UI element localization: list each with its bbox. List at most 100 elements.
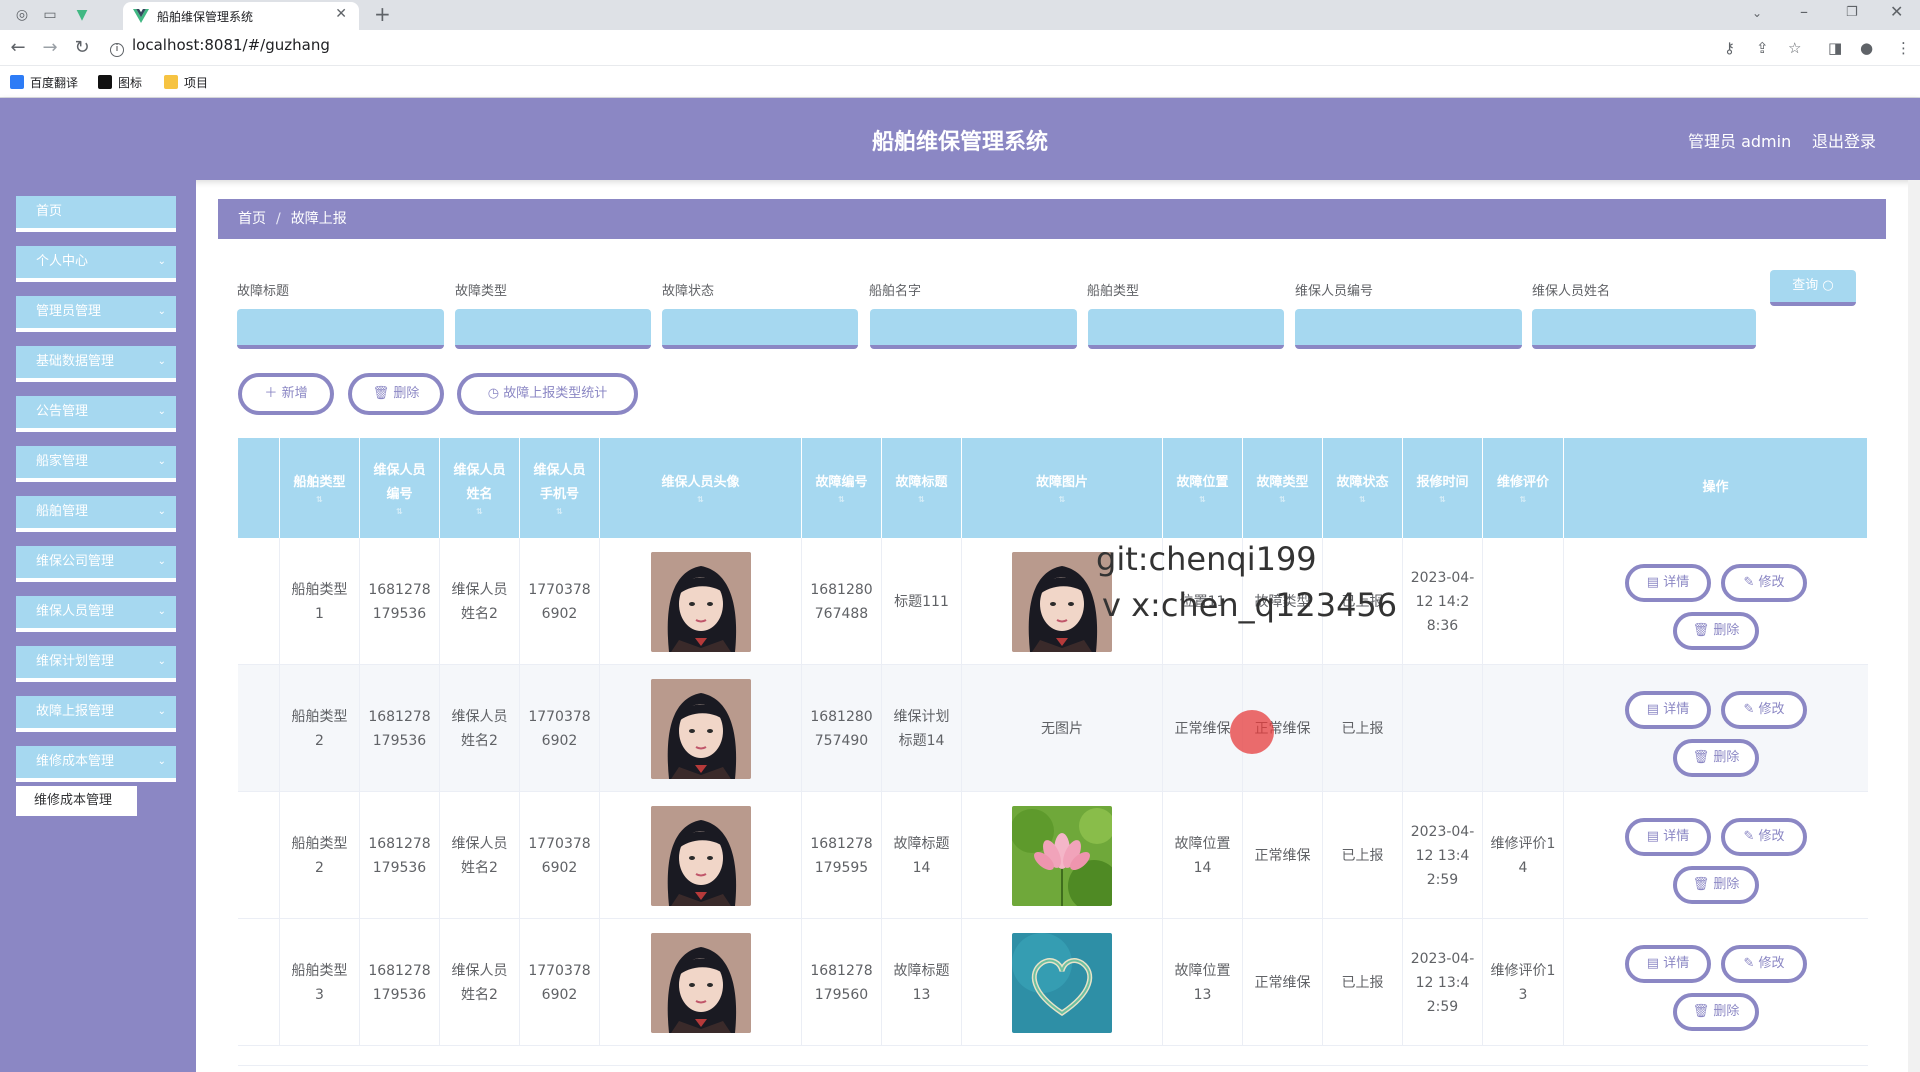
filter-input[interactable]: [1532, 309, 1756, 349]
sidebar-item[interactable]: 首页: [16, 196, 176, 232]
share-icon[interactable]: ⇪: [1756, 39, 1769, 57]
filter-input[interactable]: [870, 309, 1077, 349]
sidebar-item[interactable]: 基础数据管理 ⌄: [16, 346, 176, 382]
page-scrollbar[interactable]: [1908, 180, 1920, 1072]
column-header[interactable]: 故障位置 ⇅: [1163, 438, 1243, 538]
sidebar-item[interactable]: 维保计划管理 ⌄: [16, 646, 176, 682]
row-delete-button[interactable]: 🗑 删除: [1673, 866, 1759, 904]
edit-button[interactable]: ✎ 修改: [1721, 945, 1807, 983]
sidebar-item[interactable]: 故障上报管理 ⌄: [16, 696, 176, 732]
profile-icon[interactable]: ●: [1860, 39, 1873, 57]
column-header[interactable]: 故障状态 ⇅: [1323, 438, 1403, 538]
browser-globe-icon[interactable]: ◎: [12, 5, 32, 25]
row-delete-button[interactable]: 🗑 删除: [1673, 993, 1759, 1031]
url-field[interactable]: i localhost:8081/#/guzhang: [110, 36, 330, 60]
column-header[interactable]: 报修时间 ⇅: [1403, 438, 1483, 538]
tab-vue-icon[interactable]: ▼: [72, 5, 92, 25]
sort-icon[interactable]: ⇅: [1279, 495, 1286, 505]
detail-button[interactable]: ▤ 详情: [1625, 945, 1711, 983]
column-header[interactable]: 维保人员 手机号 ⇅: [520, 438, 600, 538]
column-header[interactable]: 维保人员 编号 ⇅: [360, 438, 440, 538]
query-button[interactable]: 查询 ○: [1770, 270, 1856, 306]
filter-input[interactable]: [455, 309, 651, 349]
sort-icon[interactable]: ⇅: [918, 495, 925, 505]
sort-icon[interactable]: ⇅: [556, 507, 563, 517]
tab-page-icon[interactable]: ▭: [40, 5, 60, 25]
sidebar-item[interactable]: 个人中心 ⌄: [16, 246, 176, 282]
column-header[interactable]: 船舶类型 ⇅: [280, 438, 360, 538]
sidebar-item[interactable]: 管理员管理 ⌄: [16, 296, 176, 332]
row-select-cell[interactable]: [238, 792, 280, 919]
column-header[interactable]: 故障标题 ⇅: [882, 438, 962, 538]
row-select-cell[interactable]: [238, 665, 280, 792]
filter-input[interactable]: [1088, 309, 1284, 349]
reload-icon[interactable]: ↻: [72, 37, 92, 58]
edit-button[interactable]: ✎ 修改: [1721, 564, 1807, 602]
tab-active[interactable]: 船舶维保管理系统 ✕: [123, 2, 359, 30]
tab-close-icon[interactable]: ✕: [335, 6, 347, 22]
add-button[interactable]: ＋ 新增: [238, 373, 334, 415]
row-select-cell[interactable]: [238, 919, 280, 1046]
sidebar-item-label: 维保计划管理: [36, 654, 115, 669]
delete-button[interactable]: 🗑 删除: [348, 373, 444, 415]
column-header[interactable]: 故障编号 ⇅: [802, 438, 882, 538]
cell-phone: 17703786902: [520, 538, 600, 665]
row-select-cell[interactable]: [238, 538, 280, 665]
cell-fault-title: 标题111: [882, 538, 962, 665]
filter-input[interactable]: [237, 309, 444, 349]
detail-button[interactable]: ▤ 详情: [1625, 564, 1711, 602]
bookmark-star-icon[interactable]: ☆: [1788, 39, 1801, 57]
sidebar-item[interactable]: 船家管理 ⌄: [16, 446, 176, 482]
sidebar-item[interactable]: 公告管理 ⌄: [16, 396, 176, 432]
sort-icon[interactable]: ⇅: [1359, 495, 1366, 505]
forward-icon[interactable]: →: [40, 37, 60, 58]
pencil-icon: ✎: [1743, 829, 1759, 844]
column-header[interactable]: 故障类型 ⇅: [1243, 438, 1323, 538]
new-tab-icon[interactable]: +: [374, 2, 391, 26]
logout-link[interactable]: 退出登录: [1812, 128, 1876, 152]
menu-kebab-icon[interactable]: ⋮: [1896, 39, 1911, 57]
row-delete-button[interactable]: 🗑 删除: [1673, 612, 1759, 650]
sidebar-submenu-item[interactable]: 维修成本管理: [16, 786, 137, 816]
sidebar-item[interactable]: 维修成本管理 ⌄: [16, 746, 176, 782]
bookmark-projects[interactable]: 项目: [164, 74, 208, 91]
select-all-cell[interactable]: [238, 438, 280, 538]
site-info-icon[interactable]: i: [110, 43, 124, 57]
restore-icon[interactable]: ❐: [1846, 5, 1858, 20]
sort-icon[interactable]: ⇅: [1520, 495, 1527, 505]
minimize-icon[interactable]: –: [1800, 2, 1808, 21]
column-header[interactable]: 维保人员头像 ⇅: [600, 438, 802, 538]
filter-input[interactable]: [662, 309, 858, 349]
tab-search-icon[interactable]: ⌄: [1752, 6, 1762, 20]
edit-button[interactable]: ✎ 修改: [1721, 691, 1807, 729]
row-delete-button[interactable]: 🗑 删除: [1673, 739, 1759, 777]
sidebar-item[interactable]: 维保人员管理 ⌄: [16, 596, 176, 632]
detail-button[interactable]: ▤ 详情: [1625, 691, 1711, 729]
column-header[interactable]: 维修评价 ⇅: [1483, 438, 1564, 538]
sidepanel-icon[interactable]: ◨: [1828, 39, 1842, 57]
sort-icon[interactable]: ⇅: [838, 495, 845, 505]
close-window-icon[interactable]: ✕: [1890, 2, 1903, 21]
sort-icon[interactable]: ⇅: [476, 507, 483, 517]
column-header[interactable]: 操作: [1564, 438, 1868, 538]
sort-icon[interactable]: ⇅: [316, 495, 323, 505]
sort-icon[interactable]: ⇅: [1199, 495, 1206, 505]
column-header[interactable]: 维保人员 姓名 ⇅: [440, 438, 520, 538]
stats-button[interactable]: ◷ 故障上报类型统计: [457, 373, 638, 415]
column-header[interactable]: 故障图片 ⇅: [962, 438, 1163, 538]
sort-icon[interactable]: ⇅: [697, 495, 704, 505]
filter-input[interactable]: [1295, 309, 1522, 349]
bookmark-baidu-translate[interactable]: 百度翻译: [10, 74, 78, 91]
sort-icon[interactable]: ⇅: [1059, 495, 1066, 505]
column-header-label: 维保人员: [453, 463, 506, 478]
sort-icon[interactable]: ⇅: [1439, 495, 1446, 505]
back-icon[interactable]: ←: [8, 37, 28, 58]
breadcrumb-home[interactable]: 首页: [238, 211, 266, 227]
detail-button[interactable]: ▤ 详情: [1625, 818, 1711, 856]
sort-icon[interactable]: ⇅: [396, 507, 403, 517]
key-icon[interactable]: ⚷: [1724, 39, 1735, 57]
sidebar-item[interactable]: 维保公司管理 ⌄: [16, 546, 176, 582]
edit-button[interactable]: ✎ 修改: [1721, 818, 1807, 856]
sidebar-item[interactable]: 船舶管理 ⌄: [16, 496, 176, 532]
bookmark-icons[interactable]: 图标: [98, 74, 142, 91]
